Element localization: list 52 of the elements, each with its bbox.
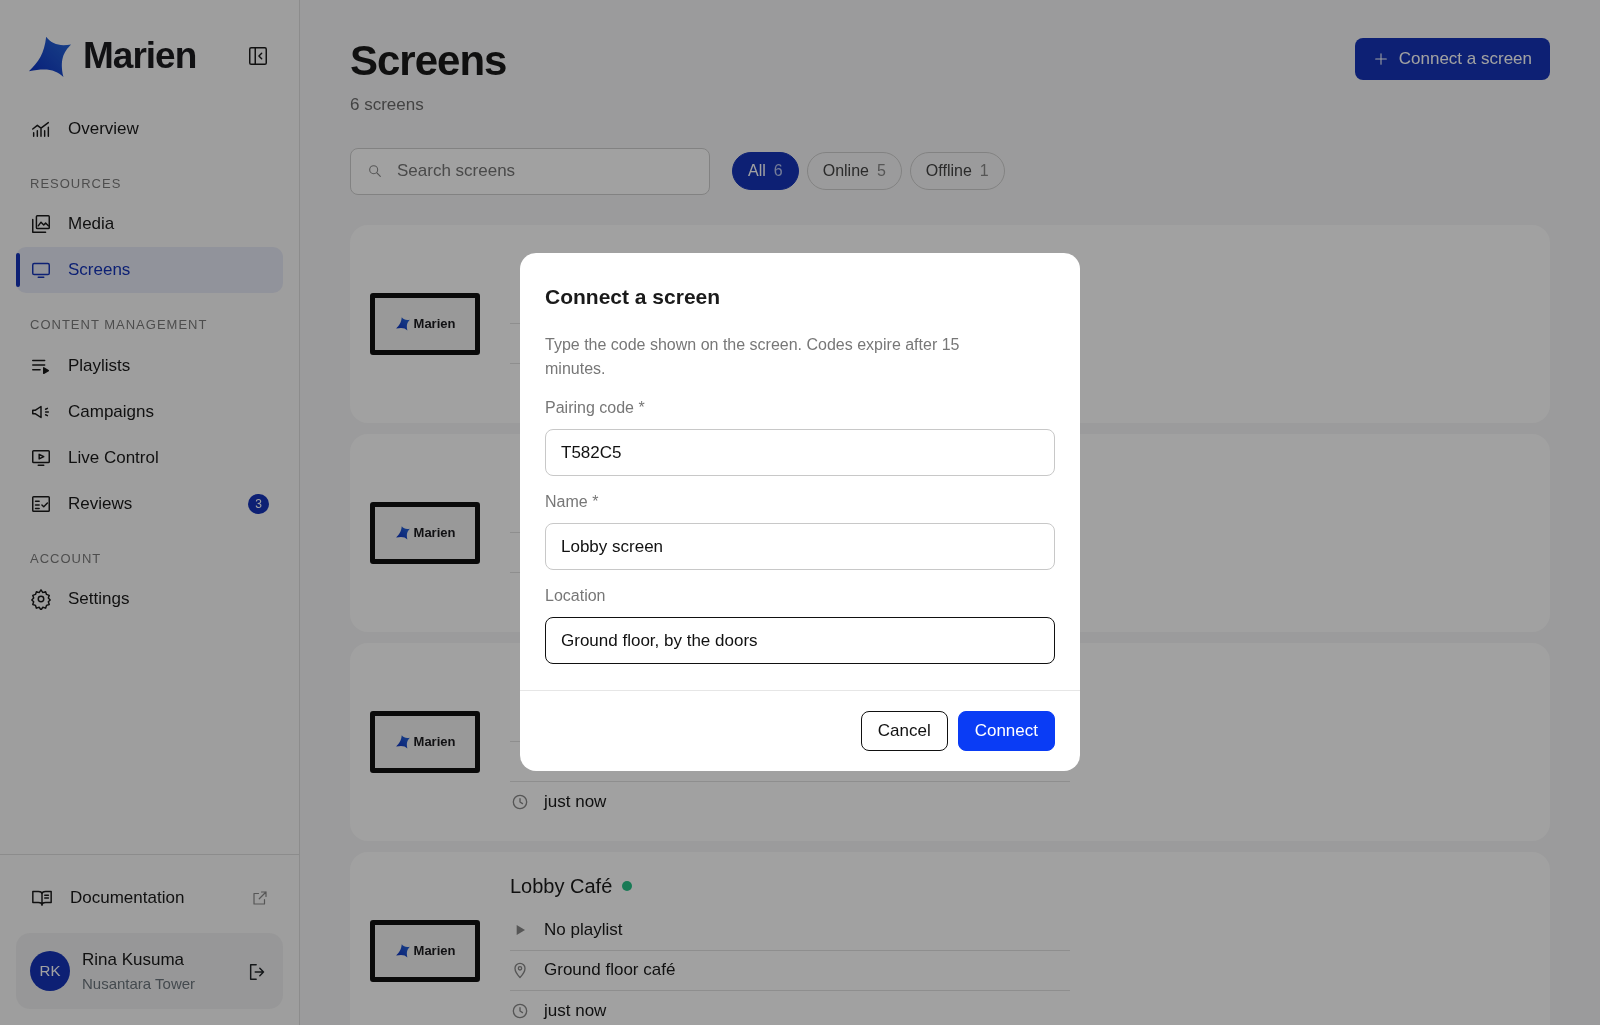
screen-detail: just now [544, 790, 607, 813]
nav-item[interactable]: Screens [16, 247, 283, 293]
images-icon [30, 213, 52, 235]
user-avatar: RK [30, 951, 70, 991]
connect-screen-button[interactable]: Connect a screen [1354, 38, 1550, 80]
star-logo-icon [394, 943, 411, 959]
nav-item[interactable]: Settings [16, 576, 283, 622]
screen-detail: Ground floor café [544, 959, 676, 982]
nav-item[interactable]: Media [16, 201, 283, 247]
star-logo-icon [394, 525, 411, 541]
user-name: Rina Kusuma [82, 949, 186, 971]
filter-tab[interactable]: All 6 [732, 152, 799, 191]
screen-name: Lobby Café [510, 873, 613, 899]
sidebar-toggle-icon [247, 44, 269, 67]
screen-detail: No playlist [544, 919, 623, 942]
screen-detail: just now [544, 999, 607, 1022]
section-heading: CONTENT MANAGEMENT [29, 316, 209, 334]
settings-icon [30, 588, 52, 610]
nav-item[interactable]: Campaigns [16, 388, 283, 435]
star-logo-icon [394, 734, 411, 750]
search-input[interactable]: Search screens [395, 157, 693, 185]
input-field[interactable]: T582C5 [545, 429, 1055, 477]
field-label: Location [545, 586, 607, 607]
thumbnail-logo-text: Marien [413, 941, 456, 960]
nav-item[interactable]: Overview [16, 105, 283, 152]
user-location: Nusantara Tower [82, 973, 197, 994]
section-heading: RESOURCES [29, 174, 123, 193]
brand-name: Marien [83, 34, 197, 78]
nav-item[interactable]: Reviews 3 [16, 480, 283, 527]
screen-count: 6 screens [350, 94, 425, 117]
search-field[interactable]: Search screens [350, 147, 710, 195]
thumbnail-logo-text: Marien [413, 314, 456, 333]
input-field[interactable]: Lobby screen [545, 523, 1055, 571]
field-label: Name * [545, 492, 600, 513]
field-label: Pairing code * [545, 398, 646, 419]
nav-item[interactable]: Live Control [16, 434, 283, 481]
count-badge: 3 [248, 493, 269, 514]
nav-item[interactable]: Playlists [16, 342, 283, 389]
dialog-title: Connect a screen [545, 284, 722, 310]
dialog-description: Type the code shown on the screen. Codes expire after 15 minutes. [545, 334, 961, 380]
cancel-button[interactable]: Cancel [860, 711, 948, 751]
star-logo-icon [394, 316, 411, 332]
section-heading: ACCOUNT [29, 549, 103, 568]
documentation-link[interactable]: Documentation [16, 875, 283, 921]
search-icon [367, 163, 383, 180]
page-title: Screens [350, 38, 507, 85]
external-link-icon [251, 889, 269, 907]
input-field[interactable]: Ground floor, by the doors [545, 617, 1055, 665]
thumbnail-logo-text: Marien [413, 732, 456, 751]
thumbnail-logo-text: Marien [413, 523, 456, 542]
connect-button[interactable]: Connect [957, 711, 1055, 751]
plus-icon [1372, 50, 1389, 67]
